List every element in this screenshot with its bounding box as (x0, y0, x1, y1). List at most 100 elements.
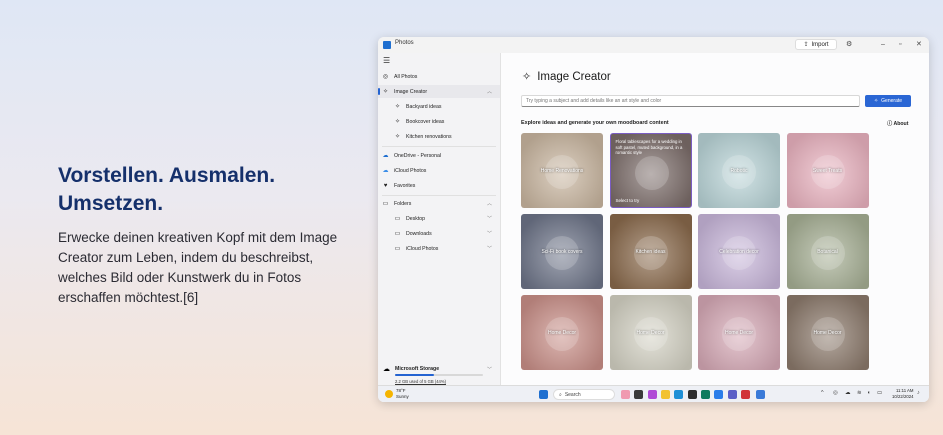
prompt-input[interactable] (521, 95, 860, 107)
search-label: Search (564, 391, 581, 398)
hero-title: Vorstellen. Ausmalen. Umsetzen. (58, 164, 276, 215)
photos-taskbar-icon[interactable] (756, 390, 765, 399)
sun-icon[interactable] (385, 390, 393, 398)
sidebar-item-image-creator[interactable]: ✧ Image Creator ︿ (378, 85, 500, 98)
idea-tile[interactable]: Home Decor (698, 295, 780, 370)
minimize-icon[interactable]: – (881, 40, 885, 49)
image-creator-icon: ✧ (382, 89, 389, 95)
wifi-icon[interactable]: ≋ (857, 390, 862, 396)
sidebar-item-icloud-folder[interactable]: ▭ iCloud Photos ﹀ (378, 242, 500, 255)
sidebar-item-icloud-photos[interactable]: ☁ iCloud Photos (378, 164, 500, 177)
tile-label: Sweet Treats (812, 167, 843, 174)
app-icon[interactable] (714, 390, 723, 399)
chevron-down-icon[interactable]: ﹀ (487, 215, 492, 222)
idea-tile[interactable]: Botanical (786, 214, 869, 289)
sidebar-item-label: Backyard ideas (406, 103, 442, 110)
about-link[interactable]: ⓘ About (887, 120, 908, 127)
page-title-text: Image Creator (537, 70, 611, 83)
sidebar-item-label: Image Creator (394, 88, 428, 95)
sidebar-item-label: iCloud Photos (406, 245, 439, 252)
weather-widget[interactable]: 78°F Sunny (396, 388, 409, 399)
hamburger-menu-icon[interactable]: ☰ (383, 56, 390, 65)
tile-image (634, 156, 669, 190)
idea-tile[interactable]: Home Decor (609, 295, 692, 370)
sidebar-item-bookcover-ideas[interactable]: ✧ Bookcover ideas (378, 115, 500, 128)
idea-tile[interactable]: Celebration decor (698, 214, 780, 289)
app-icon[interactable] (648, 390, 657, 399)
folder-icon: ▭ (394, 246, 401, 252)
chevron-up-icon[interactable]: ︿ (487, 88, 492, 95)
chevron-down-icon[interactable]: ﹀ (487, 245, 492, 252)
weather-condition: Sunny (396, 393, 409, 399)
storage-panel[interactable]: ☁ Microsoft Storage ﹀ 2.2 GB used of 5 G… (378, 364, 500, 386)
battery-icon[interactable]: ▭ (877, 390, 882, 396)
search-icon: ⌕ (559, 391, 562, 398)
sidebar-item-backyard-ideas[interactable]: ✧ Backyard ideas (378, 100, 500, 113)
folder-icon: ▭ (394, 231, 401, 237)
import-button[interactable]: ⇪ Import (795, 39, 837, 50)
clock-date: 10/22/2024 (892, 393, 914, 399)
storage-title: Microsoft Storage (395, 366, 440, 372)
chevron-up-icon[interactable]: ^ (821, 390, 824, 396)
bell-icon[interactable]: ♪ (917, 390, 920, 396)
image-creator-icon: ✧ (522, 71, 532, 83)
idea-tile[interactable]: Sci-Fi book covers (521, 214, 603, 289)
idea-tile[interactable]: Floral tablescapes for a wedding in soft… (609, 133, 692, 208)
tile-label: Celebration decor (719, 248, 759, 255)
sidebar-item-favorites[interactable]: ♥ Favorites (378, 179, 500, 192)
sidebar-item-label: Desktop (406, 215, 426, 222)
sidebar-item-label: iCloud Photos (394, 167, 427, 174)
generate-button[interactable]: ✧ Generate (865, 95, 911, 107)
idea-tile[interactable]: Sweet Treats (786, 133, 869, 208)
edge-icon[interactable] (674, 390, 683, 399)
sidebar-item-all-photos[interactable]: ◎ All Photos (378, 70, 500, 83)
settings-gear-icon[interactable]: ⚙ (846, 40, 852, 49)
task-view-icon[interactable] (634, 390, 643, 399)
close-icon[interactable]: ✕ (916, 40, 922, 49)
storage-progress-bar (395, 374, 483, 376)
select-to-try-button[interactable]: Select to try (616, 198, 640, 203)
tile-label: Home Decor (724, 329, 754, 336)
hero-body: Erwecke deinen kreativen Kopf mit dem Im… (58, 230, 338, 305)
about-label: About (893, 121, 909, 127)
image-creator-icon: ✧ (394, 104, 401, 110)
clock[interactable]: 11:11 AM 10/22/2024 (892, 388, 914, 399)
tile-label: Robotic (730, 167, 748, 174)
photos-window: Photos ⇪ Import ⚙ – ▫ ✕ ☰ ◎ All Photos ✧… (378, 37, 929, 402)
windows-start-icon[interactable] (539, 390, 548, 399)
idea-tile[interactable]: Home Decor (786, 295, 869, 370)
photos-icon: ◎ (382, 74, 389, 80)
sparkle-icon: ✧ (873, 98, 879, 104)
idea-tile[interactable]: Home Renovations (521, 133, 603, 208)
teams-icon[interactable] (728, 390, 737, 399)
sidebar-item-kitchen-renovations[interactable]: ✧ Kitchen renovations (378, 130, 500, 143)
onedrive-tray-icon[interactable]: ☁ (845, 390, 851, 396)
taskbar-search[interactable]: ⌕ Search (553, 389, 615, 400)
maximize-icon[interactable]: ▫ (899, 40, 901, 49)
chevron-up-icon[interactable]: ︿ (487, 200, 492, 207)
idea-tile[interactable]: Home Decor (521, 295, 603, 370)
app-icon[interactable] (741, 390, 750, 399)
folder-icon: ▭ (394, 216, 401, 222)
chevron-down-icon[interactable]: ﹀ (487, 230, 492, 237)
app-icon[interactable] (701, 390, 710, 399)
sidebar-item-onedrive[interactable]: ☁ OneDrive - Personal (378, 149, 500, 162)
file-explorer-icon[interactable] (661, 390, 670, 399)
storage-usage-link[interactable]: 2.2 GB used of 5 GB (44%) (395, 379, 446, 384)
tile-label: Home Decor (813, 329, 842, 336)
copilot-icon[interactable] (621, 390, 630, 399)
volume-icon[interactable]: ◖ (867, 390, 870, 396)
sidebar-item-label: Bookcover ideas (406, 118, 445, 125)
idea-tile[interactable]: Kitchen ideas (609, 214, 692, 289)
folder-icon: ▭ (382, 201, 389, 207)
chevron-down-icon[interactable]: ﹀ (487, 366, 492, 373)
sidebar-item-folders[interactable]: ▭ Folders ︿ (378, 197, 500, 210)
icloud-icon: ☁ (382, 168, 389, 174)
sidebar-item-downloads[interactable]: ▭ Downloads ﹀ (378, 227, 500, 240)
tray-icon[interactable]: ◎ (833, 390, 838, 396)
store-icon[interactable] (688, 390, 697, 399)
tile-label: Kitchen ideas (635, 248, 666, 255)
sidebar-item-desktop[interactable]: ▭ Desktop ﹀ (378, 212, 500, 225)
explore-heading: Explore ideas and generate your own mood… (521, 120, 669, 126)
idea-tile[interactable]: Robotic (698, 133, 780, 208)
